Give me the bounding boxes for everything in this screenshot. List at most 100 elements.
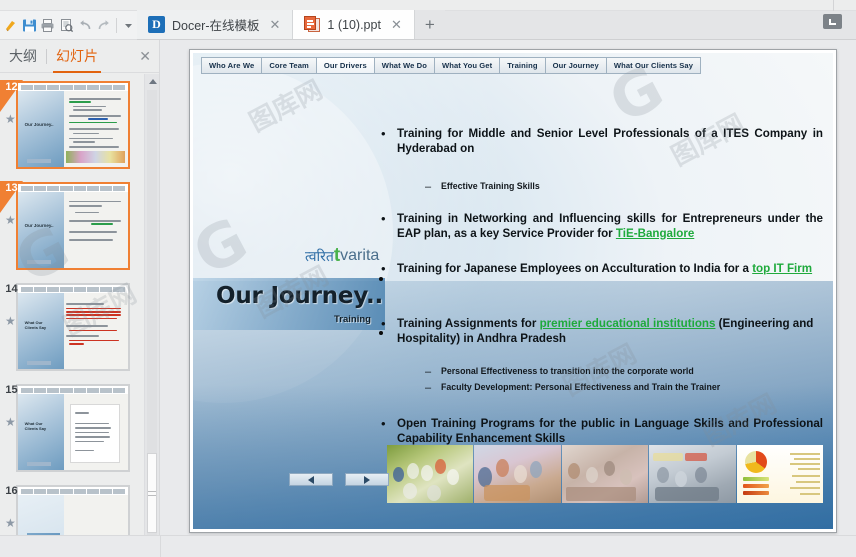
bullet-item: – Personal Effectiveness to transition i… [425, 365, 823, 379]
scroll-thumb[interactable] [147, 453, 157, 533]
bullet-item: • Training Assignments for premier educa… [381, 317, 823, 346]
close-icon[interactable]: ✕ [139, 48, 151, 65]
close-icon[interactable]: ✕ [388, 18, 405, 31]
thumb-title: Our Journey.. [24, 222, 54, 228]
thumbnail-item[interactable]: 14 ★ What Our Clients Say [0, 280, 159, 380]
arrow-left-icon [308, 475, 314, 484]
bullet-text: Training in Networking and Influencing s… [397, 212, 823, 241]
link-top-it-firm[interactable]: top IT Firm [752, 262, 812, 275]
animation-star-icon: ★ [5, 112, 16, 126]
document-tab-strip: D Docer-在线模板 ✕ 1 (10).ppt ✕ + [137, 10, 856, 40]
print-preview-icon[interactable] [58, 15, 76, 36]
panel-header: 大纲 幻灯片 ✕ [0, 40, 159, 73]
save-icon[interactable] [21, 15, 39, 36]
close-icon[interactable]: ✕ [267, 18, 284, 31]
bullet-item: • Training in Networking and Influencing… [381, 212, 823, 241]
bullet-text-part: Training for Japanese Employees on Accul… [397, 262, 753, 275]
bullet-item: • Open Training Programs for the public … [381, 417, 823, 446]
slide-tab-training[interactable]: Training [500, 57, 546, 74]
toolbar-divider [115, 17, 117, 33]
photo-workshop-table [474, 445, 561, 503]
tab-docer-template[interactable]: D Docer-在线模板 ✕ [137, 10, 294, 39]
print-icon[interactable] [39, 15, 57, 36]
tab-presentation-file[interactable]: 1 (10).ppt ✕ [293, 10, 415, 39]
panel-tab-outline[interactable]: 大纲 [0, 40, 46, 73]
slide-tab-our-journey[interactable]: Our Journey [545, 57, 607, 74]
slide-tab-what-we-do[interactable]: What We Do [374, 57, 435, 74]
bullet-text-part: Training Assignments for [397, 317, 540, 330]
photo-seminar-hall [649, 445, 736, 503]
thumb-title: Our Journey.. [24, 121, 54, 127]
page-subtitle: Training [334, 314, 371, 325]
thumb-title: What Our Clients Say [24, 320, 47, 331]
slide-navigator-panel: 大纲 幻灯片 ✕ 12 ★ Our Journey.. 13 ★ Our Jou… [0, 40, 160, 535]
thumbnail-item[interactable]: 15 ★ What Our Clients Say [0, 381, 159, 481]
quick-access-toolbar [0, 11, 137, 40]
bullet-mark: • [381, 316, 386, 331]
slide-next-button[interactable] [345, 473, 389, 486]
photo-infographic-chart [736, 445, 823, 503]
link-premier-educational-institutions[interactable]: premier educational institutions [540, 317, 716, 330]
bullet-item: – Effective Training Skills [425, 180, 823, 194]
restore-window-button[interactable] [823, 14, 842, 29]
photo-strip [387, 445, 823, 503]
thumbnail-scrollbar[interactable] [144, 74, 159, 535]
slide-tab-who-are-we[interactable]: Who Are We [201, 57, 263, 74]
thumbnail-preview[interactable]: Thank You [16, 485, 130, 535]
bullet-text: Training for Middle and Senior Level Pro… [397, 127, 823, 155]
animation-star-icon: ★ [5, 314, 16, 328]
page-title: Our Journey.. [216, 283, 384, 309]
slide-body-text[interactable]: • Training for Middle and Senior Level P… [381, 105, 823, 449]
bullet-mark: • [381, 126, 386, 141]
slide-tab-what-you-get[interactable]: What You Get [434, 57, 501, 74]
bullet-text: Training Assignments for premier educati… [397, 317, 823, 346]
thumbnail-item[interactable]: 12 ★ Our Journey.. [0, 78, 159, 178]
bullet-text: Open Training Programs for the public in… [397, 417, 823, 445]
powerpoint-icon [304, 16, 321, 33]
bullet-item: • Training for Japanese Employees on Acc… [381, 262, 823, 277]
animation-star-icon: ★ [5, 415, 16, 429]
thumbnail-preview[interactable]: Our Journey.. [16, 81, 130, 169]
bullet-mark: – [425, 181, 432, 193]
logo-wordmark: varita [340, 247, 380, 265]
scroll-up-button[interactable] [145, 74, 160, 88]
thumbnail-item[interactable]: 16 ★ Thank You [0, 482, 159, 535]
customize-dropdown-icon[interactable] [119, 15, 137, 36]
slide-nav-buttons [289, 473, 389, 486]
thumbnail-preview[interactable]: Our Journey.. [16, 182, 130, 270]
tab-label: Docer-在线模板 [172, 19, 260, 33]
bullet-text: Training for Japanese Employees on Accul… [397, 262, 823, 277]
highlight-icon[interactable] [2, 15, 20, 36]
bullet-mark: • [381, 416, 386, 431]
thumbnail-item[interactable]: 13 ★ Our Journey.. [0, 179, 159, 279]
bullet-mark: – [425, 382, 432, 394]
photo-classroom [561, 445, 649, 503]
undo-icon[interactable] [76, 15, 94, 36]
bullet-mark: – [425, 366, 432, 378]
bullet-text: Effective Training Skills [441, 181, 540, 191]
application-window: D Docer-在线模板 ✕ 1 (10).ppt ✕ + 大纲 幻灯片 ✕ 1… [0, 0, 856, 557]
slide-editor-area: Who Are We Core Team Our Drivers What We… [161, 40, 856, 535]
bullet-text-part: Training in Networking and Influencing s… [397, 212, 823, 240]
tvarita-logo: त्वरित t varita [305, 246, 380, 265]
thumb-title: What Our Clients Say [24, 421, 47, 432]
thumbnail-preview[interactable]: What Our Clients Say [16, 384, 130, 472]
docer-icon: D [148, 16, 165, 33]
slide-tab-core-team[interactable]: Core Team [262, 57, 317, 74]
slide-canvas[interactable]: Who Are We Core Team Our Drivers What We… [189, 49, 837, 533]
status-bar [0, 535, 856, 557]
new-tab-button[interactable]: + [414, 10, 445, 39]
photo-outdoor-group [387, 445, 474, 503]
slide-prev-button[interactable] [289, 473, 333, 486]
thumbnail-preview[interactable]: What Our Clients Say [16, 283, 130, 371]
slide-nav-tabs: Who Are We Core Team Our Drivers What We… [201, 57, 825, 74]
thumbnail-list[interactable]: 12 ★ Our Journey.. 13 ★ Our Journey.. 14… [0, 74, 159, 535]
slide-tab-what-our-clients-say[interactable]: What Our Clients Say [606, 57, 702, 74]
tab-label: 1 (10).ppt [327, 17, 381, 32]
panel-tab-slides[interactable]: 幻灯片 [47, 40, 107, 73]
bullet-text: Faculty Development: Personal Effectiven… [441, 382, 721, 392]
redo-icon[interactable] [95, 15, 113, 36]
slide-tab-our-drivers[interactable]: Our Drivers [316, 57, 375, 74]
link-tie-bangalore[interactable]: TiE-Bangalore [616, 227, 694, 240]
bullet-mark: • [381, 261, 386, 276]
